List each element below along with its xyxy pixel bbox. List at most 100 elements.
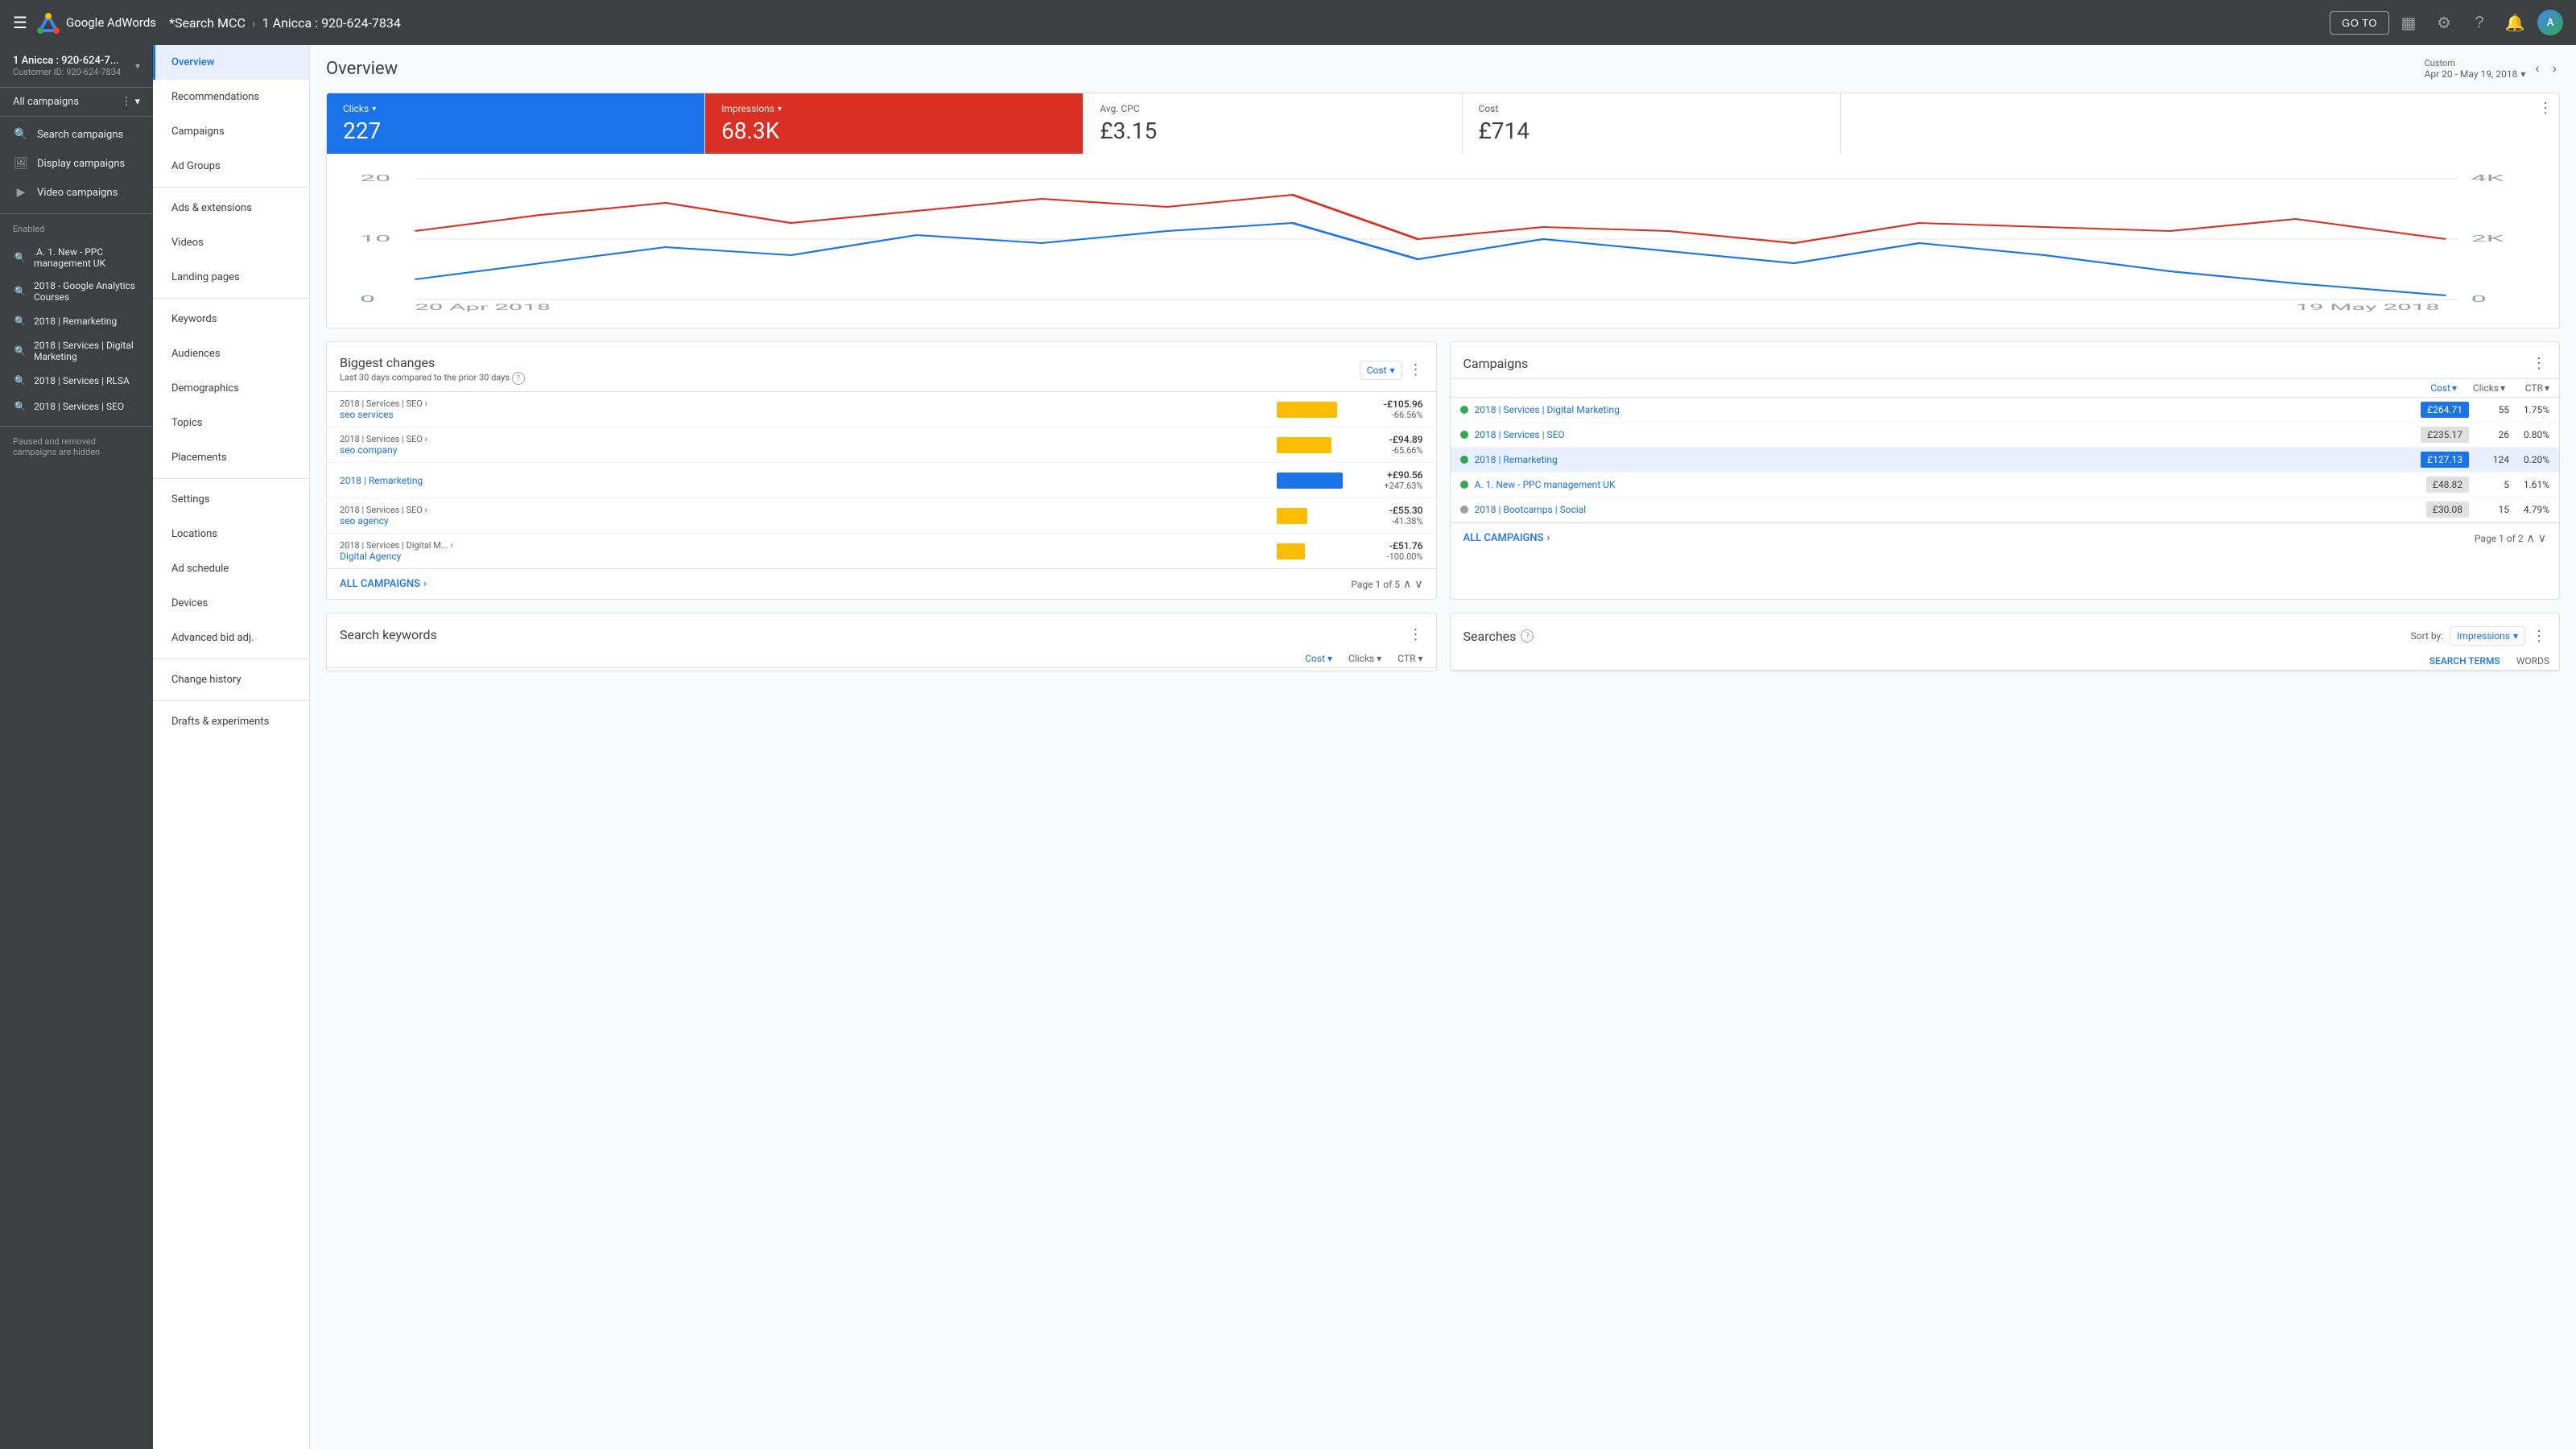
- biggest-changes-footer: ALL CAMPAIGNS › Page 1 of 5 ∧ ∨: [327, 568, 1436, 599]
- campaign-item-remarketing[interactable]: 🔍 2018 | Remarketing: [0, 308, 153, 334]
- changes-item-link[interactable]: seo agency: [340, 515, 1267, 526]
- goto-button[interactable]: GO TO: [2330, 11, 2389, 35]
- kw-ctr-col[interactable]: CTR ▾: [1397, 653, 1422, 664]
- mid-nav-demographics[interactable]: Demographics: [153, 371, 309, 406]
- mid-nav-settings[interactable]: Settings: [153, 482, 309, 517]
- searches-more-button[interactable]: ⋮: [2532, 628, 2546, 645]
- searches-info-icon[interactable]: ?: [1521, 630, 1534, 642]
- all-campaigns-link-2[interactable]: ALL CAMPAIGNS ›: [1463, 532, 1550, 544]
- campaign-item-digital[interactable]: 🔍 2018 | Services | Digital Marketing: [0, 334, 153, 368]
- mid-nav-videos[interactable]: Videos: [153, 225, 309, 260]
- kw-clicks-col[interactable]: Clicks ▾: [1348, 653, 1381, 664]
- changes-bar-container: [1277, 508, 1357, 524]
- sidebar-item-display-campaigns[interactable]: 🖼 Display campaigns: [0, 149, 153, 178]
- changes-label: 2018 | Services | SEO › seo services: [340, 398, 1267, 420]
- keywords-more-button[interactable]: ⋮: [1409, 626, 1423, 643]
- expand-icon: ▾: [135, 60, 140, 72]
- overview-chart: 20 10 0 4K 2K 0 20 Apr 2018 19 May 2018: [340, 167, 2546, 312]
- page-next-button[interactable]: ∨: [1414, 577, 1422, 591]
- campaign-name-link[interactable]: 2018 | Services | Digital Marketing: [1475, 404, 2405, 415]
- campaign-item-rlsa[interactable]: 🔍 2018 | Services | RLSA: [0, 368, 153, 394]
- stat-clicks[interactable]: Clicks ▾ 227: [327, 93, 705, 154]
- mid-nav-campaigns[interactable]: Campaigns: [153, 114, 309, 149]
- mid-nav-keywords[interactable]: Keywords: [153, 302, 309, 336]
- campaign-item-ppc[interactable]: 🔍 .A. 1. New - PPC management UK: [0, 241, 153, 275]
- tools-icon-button[interactable]: ⚙: [2428, 6, 2460, 39]
- sort-dropdown-icon: ▾: [1389, 365, 1394, 376]
- all-campaigns-link[interactable]: ALL CAMPAIGNS ›: [340, 578, 427, 590]
- help-icon-button[interactable]: ?: [2463, 6, 2496, 39]
- stat-impressions[interactable]: Impressions ▾ 68.3K: [705, 93, 1084, 154]
- campaign-name-link[interactable]: 2018 | Remarketing: [1475, 454, 2405, 465]
- date-next-button[interactable]: ›: [2549, 59, 2560, 80]
- mid-nav-advanced-bid[interactable]: Advanced bid adj.: [153, 621, 309, 655]
- changes-row: 2018 | Services | SEO › seo agency -£55.…: [327, 498, 1436, 534]
- searches-card: Searches ? Sort by: Impressions ▾ ⋮ SEAR…: [1450, 613, 2561, 671]
- mid-nav-locations[interactable]: Locations: [153, 517, 309, 551]
- biggest-changes-subtitle: Last 30 days compared to the prior 30 da…: [340, 372, 525, 385]
- all-campaigns-item[interactable]: All campaigns ⋮ ▾: [0, 88, 153, 117]
- kw-sort-icon-2: ▾: [1377, 653, 1381, 664]
- mid-nav-recommendations[interactable]: Recommendations: [153, 80, 309, 114]
- kw-cost-col[interactable]: Cost ▾: [1305, 653, 1332, 664]
- campaign-name-link[interactable]: 2018 | Services | SEO: [1475, 429, 2405, 440]
- content-header: Overview Custom Apr 20 - May 19, 2018 ▾ …: [326, 58, 2560, 80]
- sidebar-divider-2: [0, 426, 153, 427]
- mid-nav-audiences[interactable]: Audiences: [153, 336, 309, 371]
- account-header[interactable]: 1 Anicca : 920-624-7... Customer ID: 920…: [0, 45, 153, 88]
- changes-item-link[interactable]: seo services: [340, 409, 1267, 420]
- breadcrumb-account[interactable]: 1 Anicca : 920-624-7834: [262, 15, 401, 31]
- changes-label: 2018 | Remarketing: [340, 475, 1267, 486]
- avatar[interactable]: A: [2537, 10, 2563, 35]
- breadcrumb-mcc[interactable]: *Search MCC: [169, 15, 246, 31]
- campaigns-more-button[interactable]: ⋮: [2532, 355, 2546, 372]
- sidebar-item-search-campaigns[interactable]: 🔍 Search campaigns: [0, 120, 153, 149]
- words-tab[interactable]: WORDS: [2516, 655, 2549, 667]
- mid-nav-overview[interactable]: Overview: [153, 45, 309, 80]
- mid-nav-change-history[interactable]: Change history: [153, 663, 309, 697]
- mid-nav-drafts-experiments[interactable]: Drafts & experiments: [153, 704, 309, 739]
- notifications-icon-button[interactable]: 🔔: [2499, 6, 2531, 39]
- biggest-changes-more-button[interactable]: ⋮: [1409, 361, 1423, 378]
- campaign-item-analytics[interactable]: 🔍 2018 - Google Analytics Courses: [0, 275, 153, 308]
- stat-avg-cpc-label: Avg. CPC: [1100, 103, 1139, 114]
- campaign-name-link[interactable]: 2018 | Bootcamps | Social: [1475, 504, 2405, 515]
- campaign-name-link[interactable]: A. 1. New - PPC management UK: [1475, 479, 2405, 490]
- campaign-type-section: 🔍 Search campaigns 🖼 Display campaigns ▶…: [0, 117, 153, 210]
- stat-avg-cpc: Avg. CPC £3.15: [1084, 93, 1462, 154]
- date-prev-button[interactable]: ‹: [2532, 59, 2542, 80]
- mid-nav-landing-pages[interactable]: Landing pages: [153, 260, 309, 295]
- col-ctr-header[interactable]: CTR ▾: [2505, 382, 2549, 394]
- keywords-cols: Cost ▾ Clicks ▾ CTR ▾: [327, 650, 1436, 668]
- svg-text:10: 10: [360, 233, 391, 244]
- mid-nav-devices[interactable]: Devices: [153, 586, 309, 621]
- info-icon[interactable]: ?: [512, 372, 525, 385]
- stat-clicks-label: Clicks: [343, 103, 369, 114]
- mid-nav-ads-extensions[interactable]: Ads & extensions: [153, 191, 309, 225]
- camp-page-prev-button[interactable]: ∧: [2527, 531, 2535, 545]
- video-icon: ▶: [13, 184, 29, 200]
- impressions-sort-button[interactable]: Impressions ▾: [2450, 626, 2525, 646]
- col-cost-header[interactable]: Cost ▾: [2392, 382, 2457, 394]
- mid-nav-placements[interactable]: Placements: [153, 440, 309, 475]
- search-terms-tab[interactable]: SEARCH TERMS: [2429, 655, 2500, 667]
- cost-sort-button[interactable]: Cost ▾: [1360, 361, 1402, 380]
- date-select-button[interactable]: Apr 20 - May 19, 2018 ▾: [2425, 68, 2526, 80]
- columns-icon-button[interactable]: ▦: [2392, 6, 2425, 39]
- col-clicks-header[interactable]: Clicks ▾: [2457, 382, 2505, 394]
- campaign-cost: £264.71: [2405, 404, 2469, 415]
- mid-nav-ad-groups[interactable]: Ad Groups: [153, 149, 309, 184]
- changes-item-link[interactable]: Digital Agency: [340, 551, 1267, 562]
- date-dropdown-icon: ▾: [2520, 68, 2525, 80]
- mid-nav-ad-schedule[interactable]: Ad schedule: [153, 551, 309, 586]
- biggest-changes-card: Biggest changes Last 30 days compared to…: [326, 341, 1437, 600]
- stats-more-button[interactable]: ⋮: [2538, 100, 2553, 117]
- page-prev-button[interactable]: ∧: [1403, 577, 1411, 591]
- menu-icon[interactable]: ☰: [13, 13, 27, 32]
- camp-page-next-button[interactable]: ∨: [2538, 531, 2546, 545]
- mid-nav-topics[interactable]: Topics: [153, 406, 309, 440]
- changes-item-link[interactable]: seo company: [340, 444, 1267, 456]
- campaign-item-seo[interactable]: 🔍 2018 | Services | SEO: [0, 394, 153, 419]
- sidebar-item-video-campaigns[interactable]: ▶ Video campaigns: [0, 178, 153, 207]
- changes-item-link[interactable]: 2018 | Remarketing: [340, 475, 1267, 486]
